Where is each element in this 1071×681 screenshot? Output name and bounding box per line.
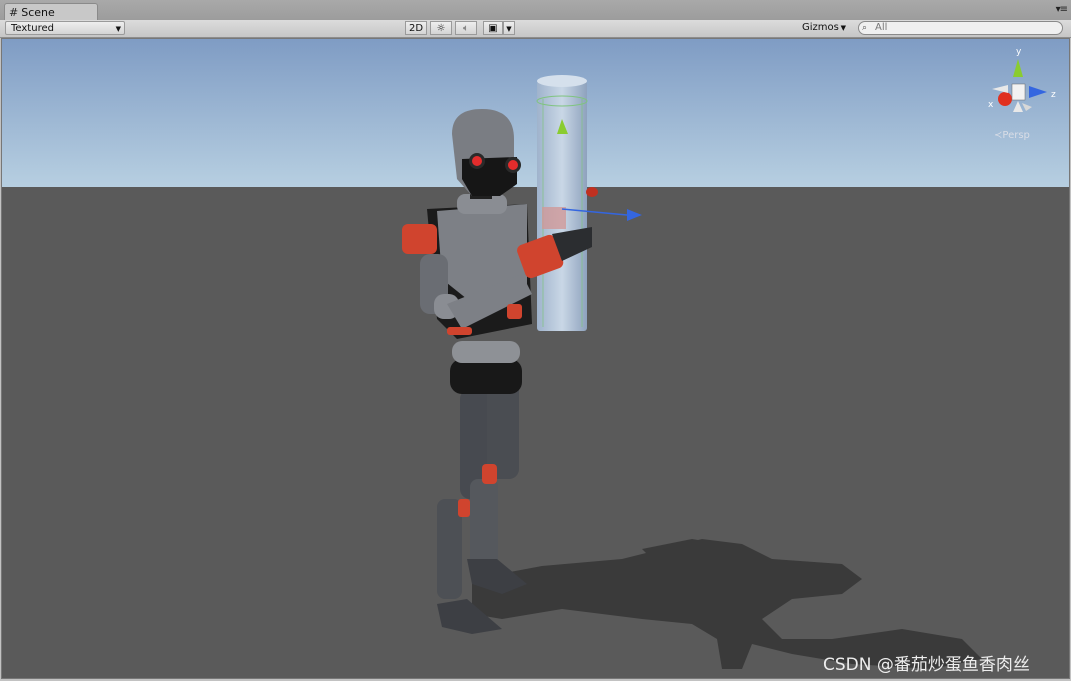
- scene-toolbar: Textured ▼ 2D ☼ 🔈︎ ▣ ▼ Gizmos ▼ ⌕ All: [0, 20, 1071, 38]
- x-axis-cone[interactable]: [998, 92, 1012, 106]
- toggle-2d-button[interactable]: 2D: [405, 21, 427, 35]
- tab-bar: # Scene ▾≡: [0, 0, 1071, 20]
- tab-scene[interactable]: # Scene: [4, 3, 98, 20]
- grid-hash-icon: #: [9, 6, 19, 19]
- sky: [2, 39, 1069, 187]
- tab-scene-label: Scene: [21, 6, 55, 19]
- watermark-text: CSDN @番茄炒蛋鱼香肉丝: [823, 655, 1030, 675]
- sun-icon[interactable]: ☼: [430, 21, 452, 35]
- search-input[interactable]: ⌕ All: [858, 21, 1063, 35]
- effects-dropdown-arrow-icon[interactable]: ▼: [503, 21, 515, 35]
- image-icon[interactable]: ▣: [483, 21, 503, 35]
- shading-mode-dropdown[interactable]: Textured ▼: [5, 21, 125, 35]
- scene-window: # Scene ▾≡ Textured ▼ 2D ☼ 🔈︎ ▣ ▼ Gizmos …: [0, 0, 1071, 681]
- cylinder-object[interactable]: [536, 75, 588, 331]
- dropdown-arrow-icon: ▼: [115, 25, 121, 33]
- gizmos-dropdown[interactable]: Gizmos ▼: [797, 21, 849, 35]
- projection-toggle[interactable]: ≺Persp: [994, 130, 1030, 141]
- shading-mode-label: Textured: [11, 23, 54, 34]
- gizmo-x-label: x: [988, 100, 994, 110]
- gizmo-z-label: z: [1051, 90, 1056, 100]
- scene-viewport[interactable]: y x z: [1, 38, 1070, 679]
- window-menu-icon[interactable]: ▾≡: [1056, 4, 1068, 15]
- speaker-icon[interactable]: 🔈︎: [455, 21, 477, 35]
- gizmo-center-cube[interactable]: [1011, 83, 1026, 101]
- gizmos-label: Gizmos: [802, 22, 839, 33]
- search-placeholder: All: [875, 22, 888, 33]
- projection-label: Persp: [1002, 130, 1030, 141]
- dropdown-arrow-icon: ▼: [840, 24, 846, 32]
- search-icon: ⌕: [862, 23, 868, 33]
- gizmo-y-label: y: [1016, 47, 1022, 57]
